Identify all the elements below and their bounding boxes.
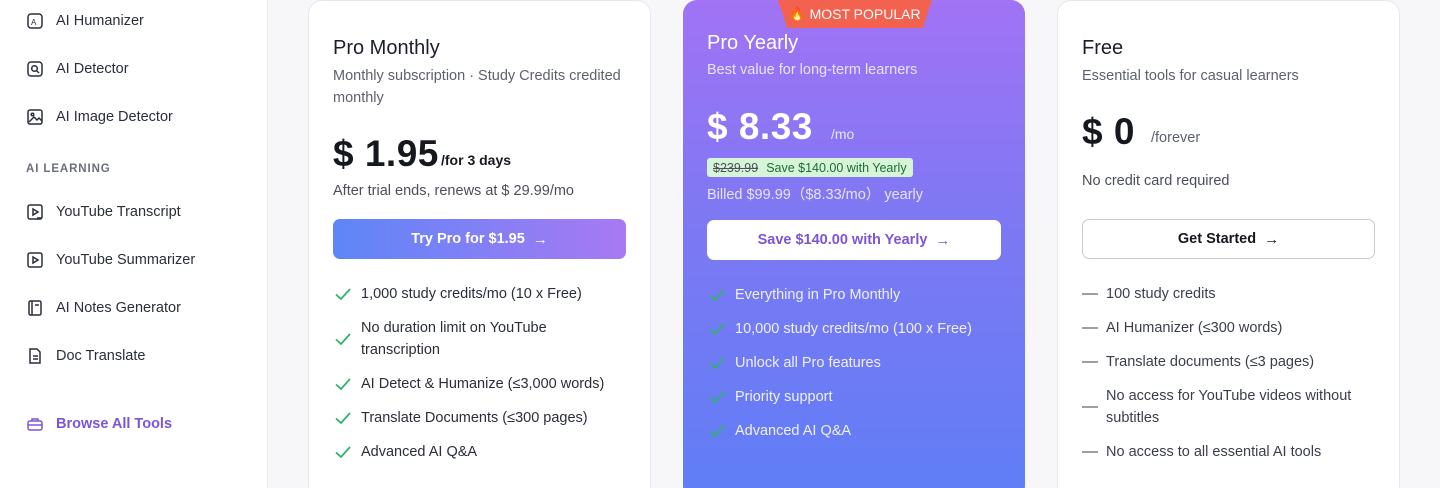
- arrow-right-icon: →: [935, 231, 951, 249]
- sidebar-item-label: Doc Translate: [56, 348, 146, 364]
- sidebar-item-label: YouTube Transcript: [56, 204, 181, 220]
- feature-item: 1,000 study credits/mo (10 x Free): [333, 283, 582, 305]
- arrow-right-icon: →: [532, 230, 548, 248]
- original-price: $239.99: [713, 160, 759, 175]
- sidebar-item-label: AI Detector: [56, 61, 129, 77]
- dash-icon: [1082, 327, 1098, 329]
- feature-item: 100 study credits: [1082, 283, 1216, 305]
- feature-item: 10,000 study credits/mo (100 x Free): [707, 318, 972, 340]
- plan-renew-note: After trial ends, renews at $ 29.99/mo: [333, 183, 574, 199]
- sidebar-item-label: AI Image Detector: [56, 109, 173, 125]
- get-started-button[interactable]: Get Started →: [1082, 219, 1375, 259]
- plan-period: /forever: [1151, 130, 1201, 146]
- check-icon: [707, 318, 727, 340]
- dash-icon: [1082, 406, 1098, 408]
- feature-item: Everything in Pro Monthly: [707, 284, 900, 306]
- sidebar: A AI Humanizer AI Detector AI Image Dete…: [0, 0, 268, 488]
- check-icon: [707, 386, 727, 408]
- sidebar-item-label: AI Humanizer: [56, 13, 144, 29]
- plan-subtitle: Essential tools for casual learners: [1082, 68, 1299, 84]
- check-icon: [707, 420, 727, 442]
- feature-item: AI Detect & Humanize (≤3,000 words): [333, 373, 604, 395]
- sidebar-item-label: YouTube Summarizer: [56, 252, 196, 268]
- sidebar-item-ai-image-detector[interactable]: AI Image Detector: [26, 105, 173, 129]
- detector-icon: [26, 60, 44, 78]
- plan-title: Free: [1082, 37, 1124, 59]
- check-icon: [707, 284, 727, 306]
- feature-item: Priority support: [707, 386, 833, 408]
- dash-icon: [1082, 293, 1098, 295]
- try-pro-button[interactable]: Try Pro for $1.95 →: [333, 219, 626, 259]
- plan-title: Pro Yearly: [707, 32, 799, 54]
- feature-item: AI Humanizer (≤300 words): [1082, 317, 1282, 339]
- check-icon: [333, 441, 353, 463]
- plan-subtitle: Best value for long-term learners: [707, 62, 918, 78]
- flame-icon: 🔥: [789, 6, 806, 21]
- plan-period: /for 3 days: [441, 152, 512, 168]
- sidebar-item-label: AI Notes Generator: [56, 300, 181, 316]
- check-icon: [333, 328, 353, 350]
- image-detector-icon: [26, 108, 44, 126]
- feature-item: Advanced AI Q&A: [707, 420, 851, 442]
- feature-item: No access for YouTube videos without sub…: [1082, 385, 1382, 429]
- feature-item: Translate documents (≤3 pages): [1082, 351, 1314, 373]
- sidebar-item-ai-notes-generator[interactable]: AI Notes Generator: [26, 296, 181, 320]
- check-icon: [707, 352, 727, 374]
- button-label: Save $140.00 with Yearly: [757, 232, 928, 248]
- doc-translate-icon: [26, 347, 44, 365]
- svg-text:A: A: [31, 18, 37, 27]
- sidebar-item-ai-humanizer[interactable]: A AI Humanizer: [26, 9, 144, 33]
- sidebar-item-browse-all-tools[interactable]: Browse All Tools: [26, 412, 172, 436]
- check-icon: [333, 373, 353, 395]
- arrow-right-icon: →: [1264, 230, 1280, 248]
- feature-item: Translate Documents (≤300 pages): [333, 407, 588, 429]
- sidebar-item-label: Browse All Tools: [56, 416, 173, 432]
- check-icon: [333, 407, 353, 429]
- youtube-summarizer-icon: [26, 251, 44, 269]
- sidebar-section-label: AI LEARNING: [26, 163, 111, 175]
- plan-period: /mo: [831, 126, 855, 142]
- notes-icon: [26, 299, 44, 317]
- plan-subtitle: Monthly subscription · Study Credits cre…: [333, 68, 621, 106]
- feature-item: No access to all essential AI tools: [1082, 441, 1321, 463]
- sidebar-item-youtube-transcript[interactable]: YouTube Transcript: [26, 200, 181, 224]
- dash-icon: [1082, 361, 1098, 363]
- save-yearly-button[interactable]: Save $140.00 with Yearly →: [707, 220, 1001, 260]
- plan-price: $ 0: [1082, 111, 1135, 152]
- button-label: Try Pro for $1.95: [411, 231, 525, 247]
- plan-note: No credit card required: [1082, 173, 1230, 189]
- button-label: Get Started: [1177, 231, 1257, 247]
- plan-price: $ 1.95: [333, 133, 439, 174]
- dash-icon: [1082, 451, 1098, 453]
- plan-price: $ 8.33: [707, 106, 813, 147]
- billed-note: Billed $99.99（$8.33/mo） yearly: [707, 187, 924, 203]
- youtube-transcript-icon: [26, 203, 44, 221]
- save-amount: Save $140.00 with Yearly: [766, 160, 907, 175]
- sidebar-item-youtube-summarizer[interactable]: YouTube Summarizer: [26, 248, 195, 272]
- sidebar-item-ai-detector[interactable]: AI Detector: [26, 57, 129, 81]
- toolbox-icon: [26, 415, 44, 433]
- sidebar-item-doc-translate[interactable]: Doc Translate: [26, 344, 145, 368]
- humanizer-icon: A: [26, 12, 44, 30]
- savings-tag: $239.99 Save $140.00 with Yearly: [707, 158, 913, 177]
- plan-title: Pro Monthly: [333, 37, 440, 59]
- feature-item: No duration limit on YouTube transcripti…: [333, 317, 633, 361]
- check-icon: [333, 283, 353, 305]
- most-popular-badge: 🔥 MOST POPULAR: [778, 0, 932, 28]
- feature-item: Advanced AI Q&A: [333, 441, 477, 463]
- feature-item: Unlock all Pro features: [707, 352, 881, 374]
